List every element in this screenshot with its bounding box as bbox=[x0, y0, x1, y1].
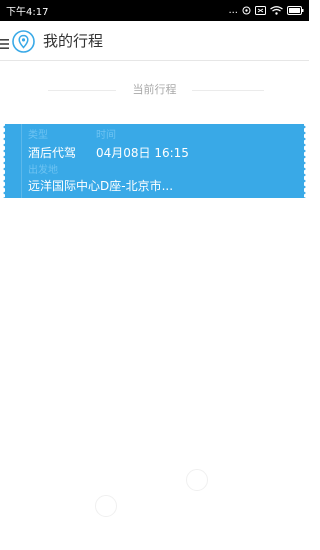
trip-departure-value: 远洋国际中心D座-北京市... bbox=[28, 179, 174, 193]
trip-departure-label: 出发地 bbox=[28, 165, 58, 176]
section-divider-right bbox=[192, 90, 264, 91]
trip-type-value: 酒后代驾 bbox=[28, 146, 77, 160]
menu-icon[interactable] bbox=[0, 35, 9, 49]
card-divider bbox=[21, 124, 22, 198]
decorative-circle bbox=[95, 495, 117, 517]
card-serrated-edge-left bbox=[3, 124, 7, 198]
sim-icon bbox=[255, 6, 266, 15]
location-icon bbox=[242, 6, 251, 15]
location-pin-logo-icon bbox=[12, 30, 35, 53]
app-header: 我的行程 bbox=[0, 21, 309, 61]
status-icons: ... bbox=[228, 5, 304, 16]
status-bar: 下午4:17 ... bbox=[0, 0, 309, 21]
wifi-icon bbox=[270, 6, 283, 15]
current-trips-section: 当前行程 bbox=[0, 80, 309, 100]
trip-card[interactable]: 类型 酒后代驾 时间 04月08日 16:15 出发地 远洋国际中心D座-北京市… bbox=[3, 124, 306, 198]
trip-time-label: 时间 bbox=[96, 130, 116, 141]
trip-time-value: 04月08日 16:15 bbox=[96, 146, 189, 160]
page: 下午4:17 ... 我的行程 当前行程 类型 酒后代驾 时间 04月08日 1… bbox=[0, 0, 309, 550]
status-dots: ... bbox=[228, 5, 238, 16]
trip-type-label: 类型 bbox=[28, 130, 48, 141]
page-title: 我的行程 bbox=[43, 32, 104, 50]
battery-icon bbox=[287, 6, 304, 15]
card-serrated-edge-right bbox=[302, 124, 306, 198]
status-time: 下午4:17 bbox=[6, 7, 49, 18]
decorative-circle bbox=[186, 469, 208, 491]
